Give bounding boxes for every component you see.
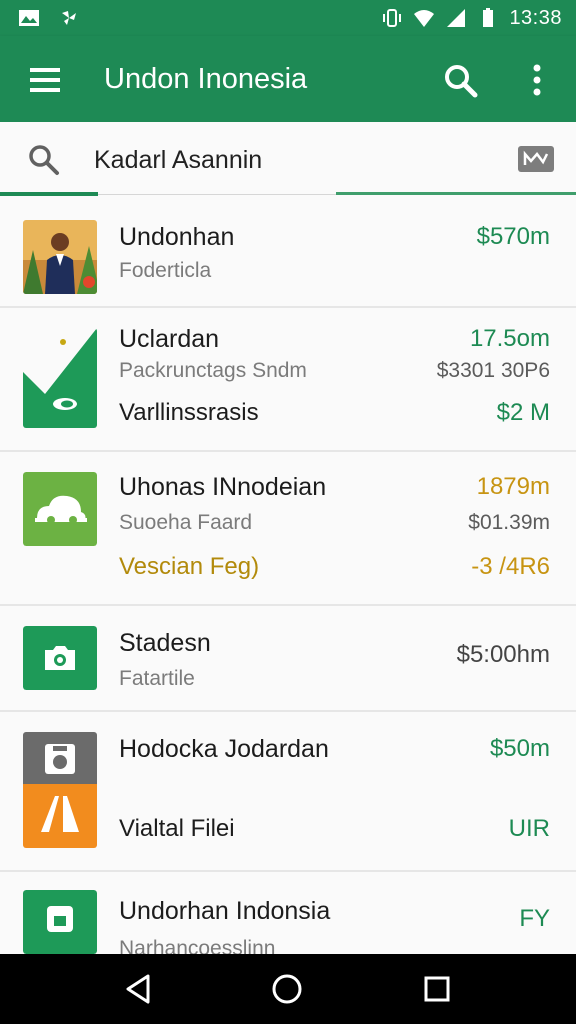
item-detail: Vescian Feg) — [119, 553, 260, 580]
item-value: FY — [519, 905, 550, 932]
cloud-icon — [23, 472, 97, 546]
item-value: 1879m — [476, 473, 550, 500]
back-icon[interactable] — [122, 972, 156, 1006]
tab-indicator — [0, 192, 98, 196]
search-icon[interactable] — [440, 60, 480, 100]
item-title: Hodocka Jodardan — [119, 735, 329, 763]
recents-icon[interactable] — [420, 972, 454, 1006]
list-item[interactable]: Uhonas INnodeian Suoeha Faard Vescian Fe… — [0, 452, 576, 606]
divider — [98, 194, 336, 195]
status-bar: 13:38 — [0, 0, 576, 36]
pinwheel-icon — [62, 11, 76, 25]
list-item[interactable]: Hodocka Jodardan Vialtal Filei $50m UIR — [0, 712, 576, 872]
item-title: Stadesn — [119, 629, 211, 657]
item-value-secondary: $01.39m — [468, 511, 550, 534]
list-item[interactable]: Undonhan Foderticla $570m — [0, 198, 576, 308]
app-title: Undon Inonesia — [104, 63, 308, 95]
item-value-tertiary: $2 M — [496, 399, 550, 426]
status-time: 13:38 — [509, 7, 562, 29]
item-value-tertiary: UIR — [508, 815, 550, 842]
battery-icon — [483, 8, 494, 27]
storage-icon — [23, 890, 97, 954]
chart-trend-icon — [23, 328, 97, 428]
app-stack-icon — [23, 732, 97, 848]
item-value: 17.5om — [469, 325, 550, 352]
gallery-icon — [19, 10, 39, 26]
menu-icon[interactable] — [26, 62, 66, 98]
vibrate-icon — [383, 9, 402, 27]
item-title: Undorhan Indonsia — [119, 897, 331, 925]
home-icon[interactable] — [270, 972, 304, 1006]
wifi-icon — [414, 10, 435, 27]
item-value: $5:00hm — [456, 641, 550, 668]
item-value: $570m — [476, 223, 550, 250]
item-title: Undonhan — [119, 223, 235, 251]
item-value-tertiary: -3 /4R6 — [471, 553, 550, 580]
item-subtitle: Suoeha Faard — [119, 511, 253, 534]
item-value: $50m — [489, 735, 550, 762]
item-title: Uclardan — [119, 325, 220, 353]
portrait-thumbnail — [23, 220, 97, 294]
item-subtitle: Fatartile — [119, 667, 195, 690]
app-bar: Undon Inonesia — [0, 36, 576, 122]
item-detail: Vialtal Filei — [119, 815, 235, 842]
item-title: Uhonas INnodeian — [119, 473, 327, 501]
item-subtitle: Foderticla — [119, 259, 212, 282]
tab-indicator-secondary — [336, 192, 576, 195]
media-badge-icon[interactable] — [518, 146, 554, 172]
list-item[interactable]: Stadesn Fatartile $5:00hm — [0, 606, 576, 712]
item-subtitle: Packrunctags Sndm — [119, 359, 307, 382]
search-bar[interactable]: Kadarl Asannin — [0, 122, 576, 198]
item-detail: Varllinssrasis — [119, 399, 259, 426]
list-item[interactable]: Uclardan Packrunctags Sndm Varllinssrasi… — [0, 308, 576, 452]
signal-icon — [447, 9, 466, 27]
item-subtitle: Narhancoesslinn — [119, 937, 276, 954]
navigation-bar — [0, 954, 576, 1024]
search-field-icon — [29, 145, 59, 175]
more-vert-icon[interactable] — [522, 60, 552, 100]
search-input[interactable]: Kadarl Asannin — [94, 144, 262, 176]
item-value-secondary: $3301 30P6 — [436, 359, 550, 382]
list-item[interactable]: Undorhan Indonsia Narhancoesslinn FY — [0, 872, 576, 954]
camera-icon — [23, 626, 97, 690]
